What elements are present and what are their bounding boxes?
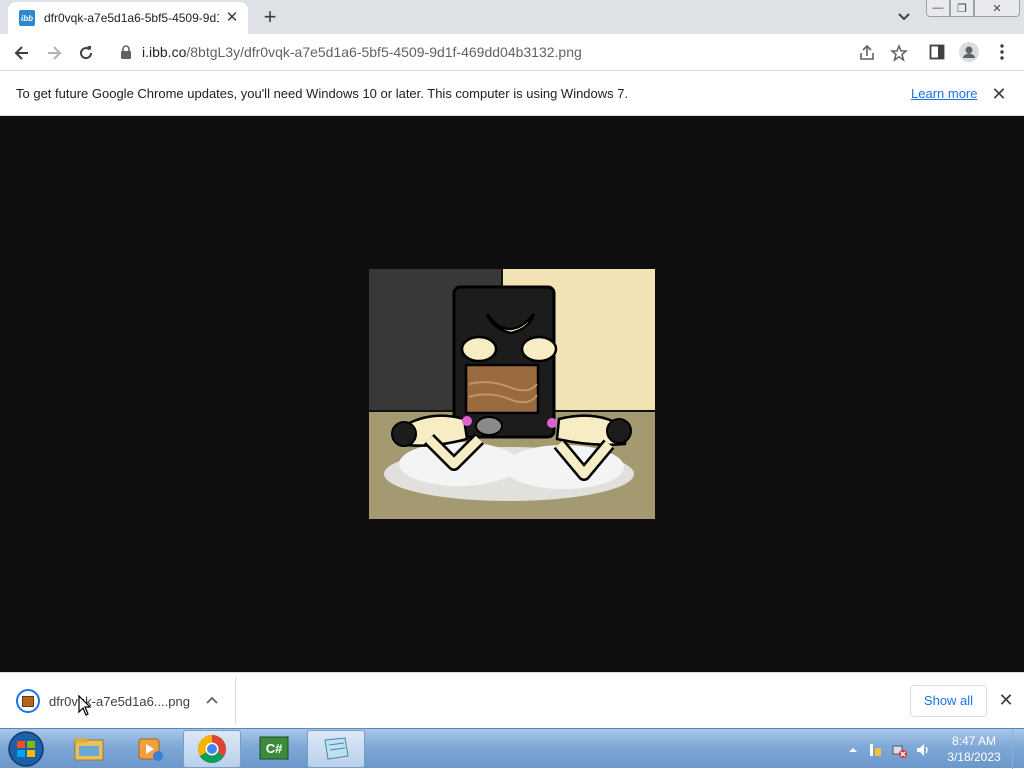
windows-taskbar: C# 8:47 AM 3/18/2023 [0, 728, 1024, 769]
download-file-name: dfr0vqk-a7e5d1a6....png [49, 694, 190, 709]
taskbar-notepad[interactable] [307, 730, 365, 768]
notepad-icon [324, 737, 349, 760]
csharp-icon: C# [259, 736, 289, 760]
folder-icon [74, 738, 104, 761]
back-button[interactable] [8, 39, 36, 67]
back-icon [14, 46, 28, 60]
taskbar-clock[interactable]: 8:47 AM 3/18/2023 [940, 733, 1008, 765]
system-tray [843, 729, 943, 769]
taskbar-explorer[interactable] [60, 730, 118, 768]
start-orb-icon[interactable] [4, 730, 48, 768]
reload-icon [80, 46, 93, 60]
displayed-image[interactable] [369, 269, 655, 519]
chrome-menu-button[interactable] [991, 41, 1013, 63]
menu-icon [1000, 44, 1004, 60]
action-center-icon[interactable] [867, 742, 883, 758]
taskbar-chrome[interactable] [183, 730, 241, 768]
profile-button[interactable] [958, 41, 980, 63]
media-player-icon [138, 738, 163, 761]
network-icon[interactable] [891, 742, 907, 758]
taskbar-media-player[interactable] [121, 730, 179, 768]
url-text[interactable]: i.ibb.co/8btgL3y/dfr0vqk-a7e5d1a6-5bf5-4… [142, 44, 582, 60]
lock-icon[interactable] [120, 45, 132, 59]
clock-date: 3/18/2023 [947, 750, 1001, 764]
tab-strip: ibb dfr0vqk-a7e5d1a6-5bf5-4509-9d1f-469d… [0, 0, 1024, 34]
tab-search-chevron-icon[interactable] [895, 9, 913, 25]
show-desktop-button[interactable] [1012, 729, 1024, 769]
download-shelf: dfr0vqk-a7e5d1a6....png Show all ✕ [0, 672, 1024, 728]
mouse-cursor-icon [78, 695, 92, 716]
bookmark-star-icon[interactable] [890, 44, 908, 62]
window-controls: — ❐ ✕ [926, 0, 1020, 18]
infobar-close-button[interactable]: ✕ [990, 85, 1008, 103]
show-hidden-icons-icon[interactable] [845, 742, 861, 758]
forward-button[interactable] [40, 39, 68, 67]
tab-active[interactable]: ibb dfr0vqk-a7e5d1a6-5bf5-4509-9d1f-469d… [8, 2, 248, 34]
download-item[interactable]: dfr0vqk-a7e5d1a6....png [6, 677, 236, 725]
window-close-button[interactable]: ✕ [974, 0, 1020, 17]
download-shelf-close-button[interactable]: ✕ [997, 691, 1015, 709]
tab-close-button[interactable]: ✕ [224, 10, 240, 26]
new-tab-button[interactable]: + [259, 6, 281, 28]
image-viewer [0, 116, 1024, 672]
side-panel-button[interactable] [926, 41, 948, 63]
taskbar-csharp-editor[interactable]: C# [245, 730, 303, 768]
side-panel-icon [929, 44, 945, 60]
profile-icon [959, 42, 979, 62]
image-file-icon [16, 689, 40, 713]
reload-button[interactable] [72, 39, 100, 67]
chevron-up-icon[interactable] [205, 693, 219, 707]
volume-icon[interactable] [915, 742, 931, 758]
ibb-favicon-icon: ibb [19, 10, 35, 26]
url-path: /8btgL3y/dfr0vqk-a7e5d1a6-5bf5-4509-9d1f… [186, 44, 582, 60]
tab-title: dfr0vqk-a7e5d1a6-5bf5-4509-9d1f-469dd04b… [44, 11, 219, 25]
url-host: i.ibb.co [142, 44, 187, 60]
show-all-button[interactable]: Show all [910, 685, 987, 717]
chrome-icon [198, 735, 226, 763]
share-icon[interactable] [858, 44, 876, 62]
browser-toolbar: i.ibb.co/8btgL3y/dfr0vqk-a7e5d1a6-5bf5-4… [0, 34, 1024, 71]
restore-button[interactable]: ❐ [950, 0, 974, 17]
svg-text:C#: C# [266, 741, 283, 756]
forward-icon [48, 46, 62, 60]
clock-time: 8:47 AM [951, 734, 997, 748]
address-bar[interactable]: i.ibb.co/8btgL3y/dfr0vqk-a7e5d1a6-5bf5-4… [108, 38, 920, 67]
infobar-message: To get future Google Chrome updates, you… [16, 86, 629, 101]
minimize-button[interactable]: — [926, 0, 950, 17]
update-infobar: To get future Google Chrome updates, you… [0, 71, 1024, 116]
learn-more-link[interactable]: Learn more [911, 86, 977, 101]
